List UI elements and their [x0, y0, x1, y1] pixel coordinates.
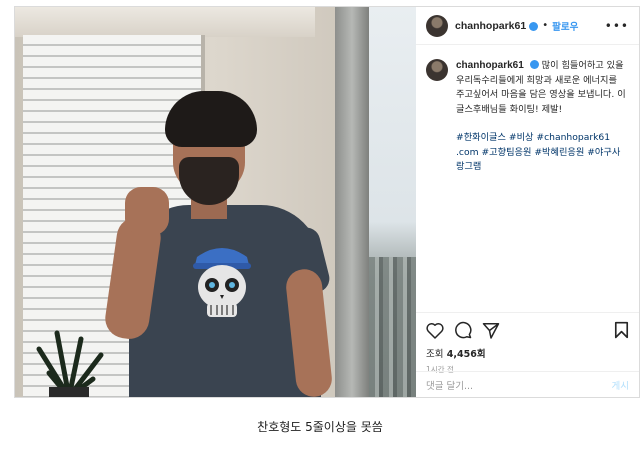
verified-icon [529, 60, 539, 69]
photo-hair [165, 91, 257, 147]
views-count: 조회 4,456회 [426, 346, 629, 360]
share-icon[interactable] [482, 322, 500, 339]
photo-plant [36, 330, 104, 397]
meme-caption: 찬호형도 5줄이상을 못씀 [257, 420, 383, 434]
caption-username[interactable]: chanhopark61 [456, 60, 524, 71]
heart-icon[interactable] [426, 322, 444, 339]
photo-fist [125, 187, 169, 235]
separator-dot: • [542, 20, 549, 31]
post-comment-button[interactable]: 게시 [612, 378, 629, 392]
caption-hashtags[interactable]: #한화이글스 #비상 #chanhopark61 .com #고향팀응원 #박혜… [456, 131, 627, 175]
username-link[interactable]: chanhopark61 [455, 20, 526, 32]
verified-icon [529, 22, 539, 31]
post-header: chanhopark61 • 팔로우 ••• [416, 7, 639, 45]
avatar[interactable] [426, 14, 448, 37]
photo-ceiling [15, 7, 315, 37]
post-photo[interactable] [15, 7, 416, 397]
views-number: 4,456회 [446, 349, 486, 360]
comment-icon[interactable] [454, 321, 472, 339]
photo-column [335, 7, 369, 397]
views-label: 조회 [426, 349, 444, 360]
action-bar: 조회 4,456회 1시간 전 [416, 312, 639, 375]
more-icon[interactable]: ••• [605, 19, 629, 33]
comment-box: 댓글 달기... 게시 [416, 371, 639, 397]
caption-avatar[interactable] [426, 59, 448, 81]
photo-city [369, 257, 416, 397]
post-sidebar: chanhopark61 • 팔로우 ••• chanhopark61 많이 힘… [416, 7, 639, 397]
instagram-post: chanhopark61 • 팔로우 ••• chanhopark61 많이 힘… [14, 6, 640, 398]
follow-button[interactable]: 팔로우 [552, 19, 578, 33]
action-icons [426, 320, 629, 340]
bookmark-icon[interactable] [614, 321, 629, 339]
skull-graphic [193, 248, 251, 317]
comment-input[interactable]: 댓글 달기... [426, 378, 473, 392]
